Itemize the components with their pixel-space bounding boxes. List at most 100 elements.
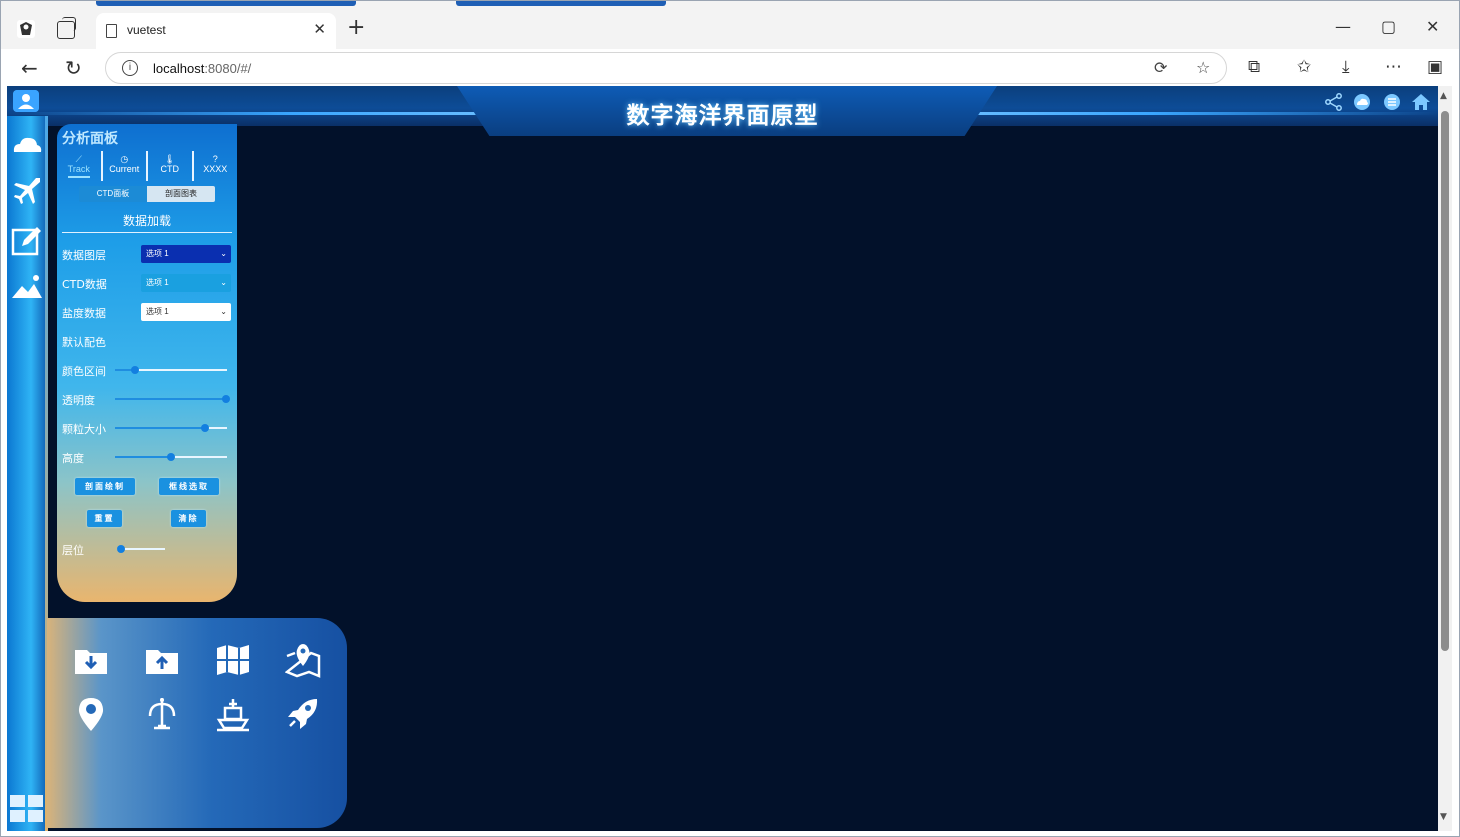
page-icon [106,24,117,38]
slider-knob[interactable] [117,545,125,553]
height-label: 高度 [62,452,84,465]
map-pin-icon[interactable] [285,642,321,678]
scroll-up-arrow-icon[interactable]: ▲ [1440,91,1447,101]
height-slider[interactable] [115,453,227,461]
browser-tab[interactable]: vuetest ✕ [96,13,336,49]
sidebar-icon[interactable]: ▣ [1427,57,1443,77]
salinity-select[interactable]: 选项 1 ⌄ [141,303,231,321]
terrain-icon[interactable] [10,270,44,304]
tab-label: CTD [160,164,180,174]
minimize-button[interactable]: — [1335,17,1351,36]
default-color-label: 默认配色 [62,336,106,349]
slider-knob[interactable] [222,395,230,403]
clear-button[interactable]: 清除 [171,510,206,527]
level-label: 层位 [62,544,84,557]
vertical-scrollbar[interactable]: ▲ ▼ [1438,86,1452,831]
color-range-label: 颜色区间 [62,365,106,378]
tab-current[interactable]: ◷ Current [103,151,148,181]
slider-knob[interactable] [131,366,139,374]
home-icon[interactable] [1411,93,1431,111]
list-icon[interactable] [1382,93,1402,111]
subtab-profile-chart[interactable]: 剖面图表 [147,186,215,202]
slider-fill [115,427,205,429]
level-slider[interactable] [117,545,165,553]
data-layer-select[interactable]: 选项 1 ⌄ [141,245,231,263]
box-select-button[interactable]: 框线选取 [159,478,219,495]
ship-icon[interactable] [215,696,251,732]
extensions-icon[interactable]: ⧉ [1248,57,1260,77]
section-divider [62,232,232,233]
select-value: 选项 1 [146,249,169,258]
color-range-slider[interactable] [115,366,227,374]
select-value: 选项 1 [146,278,169,287]
scroll-down-arrow-icon[interactable]: ▼ [1440,812,1447,822]
tools-panel [47,618,347,828]
particle-size-label: 颗粒大小 [62,423,106,436]
browser-toolbar: ← ↻ i localhost:8080/#/ ⟳ ☆ ⧉ ✩ ⤓ ⋯ ▣ [1,49,1459,87]
new-tab-button[interactable]: + [347,15,365,40]
favorites-icon[interactable]: ✩ [1297,57,1311,77]
slider-fill [115,369,132,371]
url-path: :8080/#/ [204,61,252,76]
maximize-button[interactable]: ▢ [1381,17,1396,36]
profile-draw-button[interactable]: 剖面绘制 [75,478,135,495]
tab-actions-icon[interactable] [57,17,76,39]
subtab-ctd-panel[interactable]: CTD面板 [79,186,147,202]
url-host: localhost [153,61,205,76]
question-icon: ? [212,154,218,164]
tab-close-button[interactable]: ✕ [313,20,326,38]
grid-icon[interactable] [9,794,45,824]
particle-size-slider[interactable] [115,424,227,432]
reload-button[interactable]: ↻ [65,56,82,80]
slider-knob[interactable] [167,453,175,461]
slider-fill [115,398,227,400]
tab-ctd[interactable]: 🌡 CTD [148,151,194,181]
tab-title: vuetest [127,23,166,37]
clock-icon: ◷ [120,154,129,164]
left-toolbar [7,116,47,831]
rocket-icon[interactable] [285,696,321,732]
reset-button[interactable]: 重置 [87,510,122,527]
tab-track[interactable]: ⟋ Track [57,151,103,181]
app-available-icon[interactable]: ⟳ [1154,58,1167,77]
address-bar[interactable]: i localhost:8080/#/ ⟳ ☆ [105,52,1227,84]
data-layer-label: 数据图层 [62,249,106,262]
more-icon[interactable]: ⋯ [1385,57,1402,77]
app-header: 数字海洋界面原型 [7,86,1438,136]
share-icon[interactable] [1324,93,1344,111]
slider-fill [115,456,171,458]
tab-strip-highlight [456,1,666,6]
buoy-icon[interactable] [144,696,180,732]
plane-icon[interactable] [10,174,44,208]
cloud-icon[interactable] [10,128,44,162]
panel-tabs: ⟋ Track ◷ Current 🌡 CTD ? XXXX [57,151,237,181]
close-window-button[interactable]: ✕ [1426,17,1439,36]
edit-icon[interactable] [10,224,44,258]
section-title: 数据加载 [122,214,171,228]
cloud-icon[interactable] [1352,93,1372,111]
app-avatar-icon[interactable] [15,17,37,41]
folder-download-icon[interactable] [73,642,109,678]
user-icon[interactable] [13,90,39,112]
url-text[interactable]: localhost:8080/#/ [153,61,251,76]
opacity-label: 透明度 [62,394,95,407]
ctd-data-select[interactable]: 选项 1 ⌄ [141,274,231,292]
favorite-star-icon[interactable]: ☆ [1196,58,1210,77]
folder-upload-icon[interactable] [144,642,180,678]
scrollbar-thumb[interactable] [1441,111,1449,651]
chevron-down-icon: ⌄ [220,278,227,287]
back-button[interactable]: ← [21,56,38,80]
location-icon[interactable] [73,696,109,732]
analysis-panel: 分析面板 ⟋ Track ◷ Current 🌡 CTD ? XXXX CTD面… [57,124,237,602]
downloads-icon[interactable]: ⤓ [1342,57,1350,77]
opacity-slider[interactable] [115,395,230,403]
slider-knob[interactable] [201,424,209,432]
tab-xxxx[interactable]: ? XXXX [194,151,238,181]
site-info-icon[interactable]: i [122,60,138,76]
track-icon: ⟋ [75,154,82,164]
salinity-label: 盐度数据 [62,307,106,320]
map-grid-icon[interactable] [215,642,251,678]
tab-label: Current [109,164,140,174]
active-underline [67,176,90,178]
subtab-switch: CTD面板 剖面图表 [79,186,215,202]
